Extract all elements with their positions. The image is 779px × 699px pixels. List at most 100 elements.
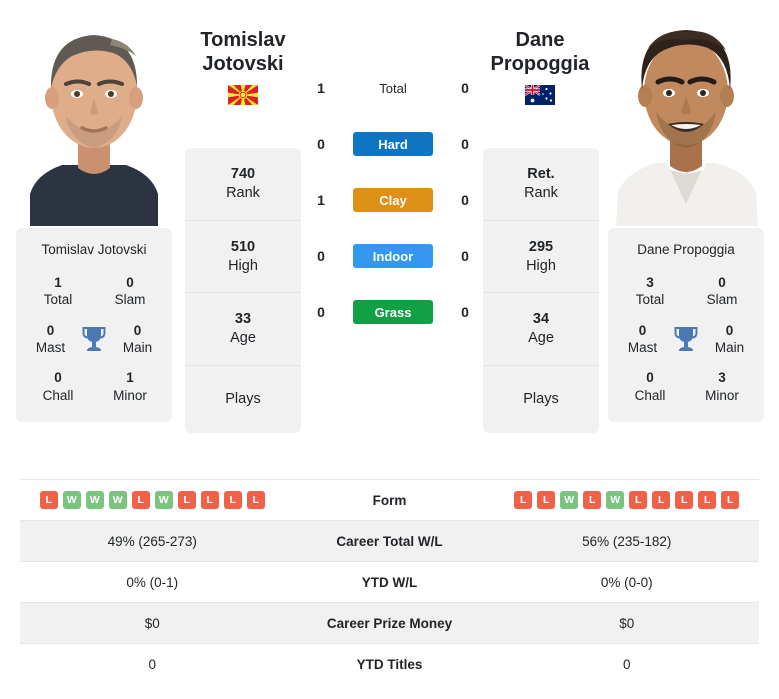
form-badge-loss[interactable]: L	[177, 491, 196, 509]
form-badge-win[interactable]: W	[62, 491, 81, 509]
left-player-photo[interactable]	[16, 8, 172, 226]
left-career-prize-money: $0	[144, 615, 160, 631]
right-player-card-name: Dane Propoggia	[637, 242, 735, 257]
right-age-label: Age	[528, 330, 554, 347]
right-form-cell: LLWLWLLLLL	[495, 491, 760, 509]
table-row-career-prize-money: $0 Career Prize Money $0	[20, 602, 759, 643]
right-stat-mast-label: Mast	[627, 339, 658, 355]
right-stat-slam-value: 0	[718, 275, 726, 291]
right-age-value: 34	[532, 311, 550, 328]
left-age-value: 33	[234, 311, 252, 328]
row-label-career-prize-money: Career Prize Money	[326, 615, 453, 631]
right-stat-minor-label: Minor	[705, 387, 739, 403]
h2h-hard-right: 0	[461, 136, 469, 152]
h2h-surface-column: 1 Total 0 0 Hard 0 1 Clay 0 0 Indoor 0 0	[310, 60, 476, 340]
right-career-prize-money: $0	[619, 615, 635, 631]
right-player-name-block: Dane Propoggia	[465, 28, 615, 105]
left-stat-minor-label: Minor	[113, 387, 147, 403]
left-stat-main-label: Main	[122, 339, 153, 355]
right-stat-minor: 3 Minor	[686, 369, 758, 404]
table-row-form: LWWWLWLLLL Form LLWLWLLLLL	[20, 479, 759, 520]
h2h-indoor-left: 0	[317, 248, 325, 264]
row-label-ytd-wl: YTD W/L	[361, 574, 418, 590]
left-form-badges: LWWWLWLLLL	[39, 491, 265, 509]
left-player-titles-card: Tomislav Jotovski 1 Total 0 Slam 0 Mast	[16, 228, 172, 422]
form-badge-loss[interactable]: L	[698, 491, 717, 509]
right-player-column: Dane Propoggia 3 Total 0 Slam 0 Mast 0 M…	[608, 8, 764, 422]
h2h-row-grass: 0 Grass 0	[310, 284, 476, 340]
form-badge-loss[interactable]: L	[583, 491, 602, 509]
right-rank-label: Rank	[524, 184, 558, 201]
left-career-total-wl: 49% (265-273)	[107, 533, 197, 549]
h2h-total-right: 0	[461, 80, 469, 96]
right-stat-total-label: Total	[635, 292, 665, 308]
form-badge-loss[interactable]: L	[675, 491, 694, 509]
left-age-box: 33 Age	[185, 293, 301, 367]
form-badge-loss[interactable]: L	[652, 491, 671, 509]
h2h-row-indoor: 0 Indoor 0	[310, 228, 476, 284]
right-plays-label: Plays	[523, 391, 559, 408]
left-player-last-name: Jotovski	[202, 53, 284, 76]
h2h-label-grass[interactable]: Grass	[353, 300, 433, 324]
left-stat-total-label: Total	[43, 292, 73, 308]
form-badge-loss[interactable]: L	[223, 491, 242, 509]
form-badge-win[interactable]: W	[85, 491, 104, 509]
form-badge-win[interactable]: W	[154, 491, 173, 509]
comparison-stats-table: LWWWLWLLLL Form LLWLWLLLLL 49% (265-273)…	[20, 479, 759, 684]
row-label-ytd-titles: YTD Titles	[356, 656, 423, 672]
h2h-label-clay[interactable]: Clay	[353, 188, 433, 212]
left-rank-value: 740	[230, 166, 256, 182]
form-badge-loss[interactable]: L	[39, 491, 58, 509]
right-career-total-wl: 56% (235-182)	[582, 533, 672, 549]
flag-north-macedonia-icon	[228, 84, 258, 105]
left-stat-mast-label: Mast	[35, 339, 66, 355]
right-stat-total-value: 3	[646, 275, 654, 291]
form-badge-loss[interactable]: L	[131, 491, 150, 509]
h2h-indoor-right: 0	[461, 248, 469, 264]
form-badge-win[interactable]: W	[560, 491, 579, 509]
right-ytd-titles: 0	[622, 656, 631, 672]
left-player-column: Tomislav Jotovski 1 Total 0 Slam 0 Mast	[16, 8, 172, 422]
row-label-form: Form	[372, 492, 407, 508]
right-stat-mast-value: 0	[638, 322, 647, 338]
form-badge-loss[interactable]: L	[246, 491, 265, 509]
left-rank-box: 740 Rank	[185, 148, 301, 221]
right-player-rank-stack: Ret. Rank 295 High 34 Age Plays	[483, 148, 599, 433]
h2h-row-clay: 1 Clay 0	[310, 172, 476, 228]
h2h-label-indoor[interactable]: Indoor	[353, 244, 433, 268]
left-form-cell: LWWWLWLLLL	[20, 491, 285, 509]
right-rank-value: Ret.	[527, 166, 555, 182]
right-player-photo[interactable]	[608, 8, 764, 226]
left-stat-chall-label: Chall	[42, 387, 74, 403]
left-stat-chall-value: 0	[54, 370, 62, 386]
right-stat-mast: 0 Mast	[614, 322, 671, 357]
form-badge-win[interactable]: W	[606, 491, 625, 509]
left-stat-minor: 1 Minor	[94, 369, 166, 404]
right-stat-chall-value: 0	[646, 370, 654, 386]
form-badge-loss[interactable]: L	[537, 491, 556, 509]
table-row-career-total-wl: 49% (265-273) Career Total W/L 56% (235-…	[20, 520, 759, 561]
form-badge-loss[interactable]: L	[200, 491, 219, 509]
right-stat-main-value: 0	[725, 322, 734, 338]
left-stat-total: 1 Total	[22, 274, 94, 309]
comparison-header: Tomislav Jotovski 1 Total 0 Slam 0 Mast	[0, 0, 779, 475]
right-ytd-wl: 0% (0-0)	[600, 574, 653, 590]
left-ytd-wl: 0% (0-1)	[126, 574, 179, 590]
h2h-label-hard[interactable]: Hard	[353, 132, 433, 156]
form-badge-loss[interactable]: L	[514, 491, 533, 509]
left-player-card-name: Tomislav Jotovski	[41, 242, 147, 257]
form-badge-loss[interactable]: L	[721, 491, 740, 509]
h2h-row-total: 1 Total 0	[310, 60, 476, 116]
player-comparison-page: Tomislav Jotovski 1 Total 0 Slam 0 Mast	[0, 0, 779, 699]
trophy-icon	[79, 325, 109, 353]
form-badge-loss[interactable]: L	[629, 491, 648, 509]
h2h-row-hard: 0 Hard 0	[310, 116, 476, 172]
right-form-badges: LLWLWLLLLL	[514, 491, 740, 509]
form-badge-win[interactable]: W	[108, 491, 127, 509]
h2h-label-total: Total	[379, 80, 407, 96]
row-label-career-total-wl: Career Total W/L	[336, 533, 443, 549]
left-stat-total-value: 1	[54, 275, 62, 291]
left-stat-chall: 0 Chall	[22, 369, 94, 404]
h2h-grass-right: 0	[461, 304, 469, 320]
left-plays-label: Plays	[225, 391, 261, 408]
